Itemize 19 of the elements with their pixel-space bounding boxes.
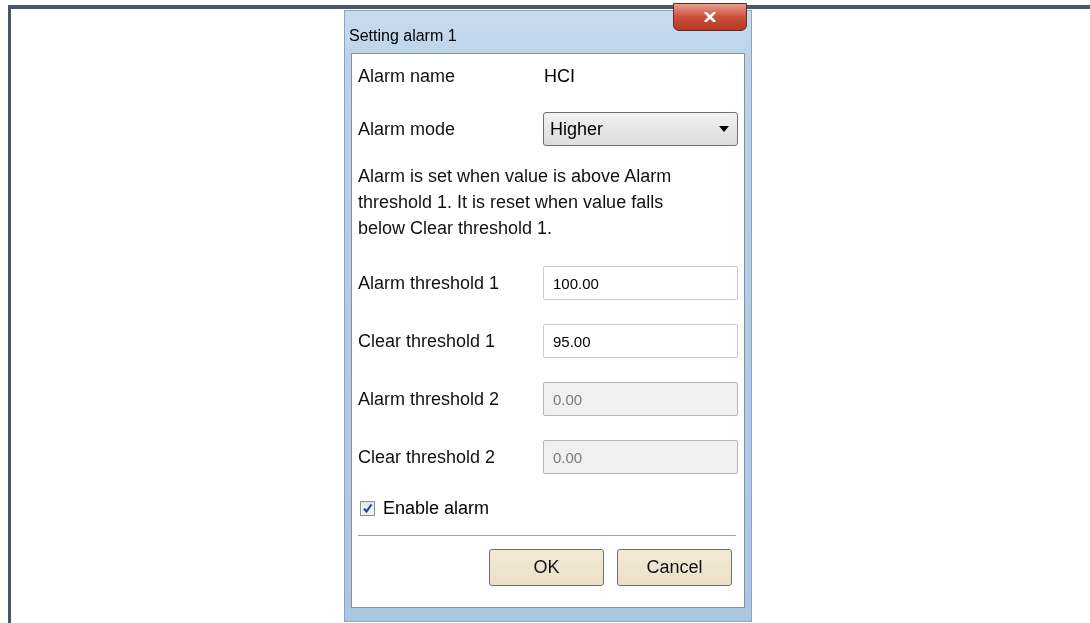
checkbox[interactable] xyxy=(360,500,375,516)
description-text: Alarm is set when value is above Alarm threshold 1. It is reset when value falls below Clear threshold 1. xyxy=(358,165,673,240)
field-label: Alarm name xyxy=(358,65,457,87)
field-label: Alarm threshold 1 xyxy=(358,272,501,294)
field-label: Clear threshold 1 xyxy=(358,330,497,352)
dialog-button[interactable]: Cancel xyxy=(617,549,732,586)
caret-icon xyxy=(719,126,729,132)
window-title: Setting alarm 1 xyxy=(349,27,457,45)
field-label: Alarm mode xyxy=(358,118,457,140)
field-label: Clear threshold 2 xyxy=(358,446,497,468)
alarm-name-value: HCI xyxy=(544,65,575,87)
close-icon xyxy=(703,12,717,22)
alarm-mode-dropdown[interactable]: Higher xyxy=(543,112,738,146)
close-button[interactable] xyxy=(673,3,747,31)
checkbox-label: Enable alarm xyxy=(383,497,490,519)
dialog-button[interactable]: OK xyxy=(489,549,604,586)
input-field[interactable]: 100.00 xyxy=(542,266,738,300)
field-label: Alarm threshold 2 xyxy=(358,388,501,410)
input-field[interactable]: 95.00 xyxy=(542,324,738,358)
